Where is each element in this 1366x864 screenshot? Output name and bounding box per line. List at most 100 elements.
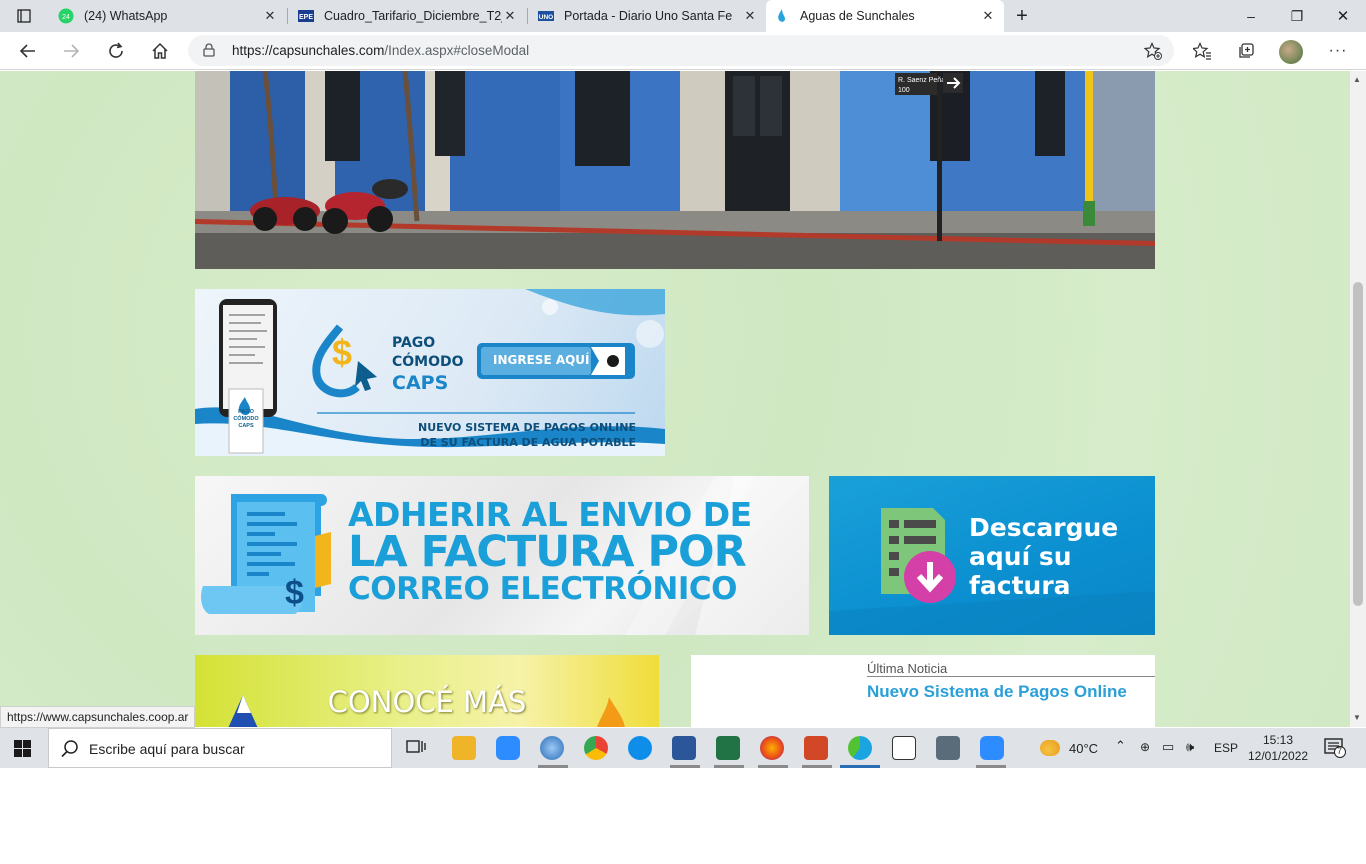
adherir-factura-banner[interactable]: $ ADHERIR AL ENVIO DE LA FACTURA POR COR… (195, 476, 809, 635)
url-text[interactable]: https://capsunchales.com/Index.aspx#clos… (232, 43, 529, 58)
restore-button[interactable]: ❐ (1274, 0, 1320, 32)
tab-bar: 24 (24) WhatsApp ✕ EPE Cuadro_Tarifario_… (0, 0, 1366, 32)
water-drop-icon (774, 8, 790, 24)
search-icon (61, 740, 79, 763)
minimize-button[interactable]: – (1228, 0, 1274, 32)
scroll-up-icon[interactable]: ▲ (1353, 75, 1361, 84)
pago-title-line3: CAPS (392, 372, 449, 394)
building-illustration: R. Saenz Peña 100 (195, 71, 1155, 269)
favorites-button[interactable] (1187, 36, 1217, 66)
ultima-noticia-panel: Última Noticia Nuevo Sistema de Pagos On… (691, 655, 1155, 727)
notification-center-icon[interactable]: 7 (1324, 738, 1346, 763)
clock[interactable]: 15:13 12/01/2022 (1248, 732, 1308, 764)
task-view-icon[interactable] (406, 739, 426, 762)
tab-actions-icon[interactable] (2, 0, 46, 32)
close-tab-icon[interactable]: ✕ (502, 8, 518, 24)
phone-caption: PAGO CÓMODO CAPS (232, 409, 260, 430)
tab-diario-uno[interactable]: UNO Portada - Diario Uno Santa Fe ✕ (530, 0, 766, 32)
add-favorite-icon[interactable] (1143, 42, 1162, 65)
chevron-up-icon[interactable]: ⌃ (1115, 738, 1126, 754)
calculator-icon[interactable] (936, 736, 960, 760)
descargue-line2: aquí su (969, 542, 1072, 571)
descargue-factura-banner[interactable]: Descargue aquí su factura (829, 476, 1155, 635)
active-indicator (840, 765, 880, 768)
tab-separator (287, 8, 288, 24)
volume-icon[interactable]: 🕪 (1186, 739, 1194, 755)
running-indicator (758, 765, 788, 768)
firefox-icon[interactable] (760, 736, 784, 760)
whatsapp-badge: 24 (62, 14, 70, 21)
close-window-button[interactable]: ✕ (1320, 0, 1366, 32)
running-indicator (538, 765, 568, 768)
svg-text:UNO: UNO (539, 14, 553, 21)
close-tab-icon[interactable]: ✕ (742, 8, 758, 24)
refresh-button[interactable] (101, 36, 131, 66)
new-tab-button[interactable]: + (1000, 0, 1044, 32)
pago-comodo-banner[interactable]: $ PAGO CÓMODO CAPS PAGO CÓMODO CAPS INGR… (195, 289, 665, 456)
street-sign-number: 100 (898, 87, 910, 94)
teamviewer-icon[interactable] (628, 736, 652, 760)
collections-button[interactable] (1231, 36, 1261, 66)
notification-count: 7 (1337, 746, 1343, 756)
tab-aguas-sunchales[interactable]: Aguas de Sunchales ✕ (766, 0, 1004, 32)
adherir-title: ADHERIR AL ENVIO DE LA FACTURA POR CORRE… (348, 496, 752, 608)
svg-text:$: $ (332, 332, 352, 373)
file-explorer-icon[interactable] (452, 736, 476, 760)
zoom-meeting-icon[interactable] (980, 736, 1004, 760)
favorites-icon (1193, 42, 1211, 60)
svg-text:$: $ (285, 574, 304, 612)
street-sign-name: R. Saenz Peña (898, 77, 945, 84)
close-tab-icon[interactable]: ✕ (980, 8, 996, 24)
lock-icon[interactable] (203, 43, 215, 62)
url-bar[interactable]: https://capsunchales.com/Index.aspx#clos… (188, 35, 1174, 66)
conoce-mas-banner[interactable]: CONOCÉ MÁS (195, 655, 659, 727)
display-icon[interactable]: ▭ (1162, 739, 1174, 755)
scroll-thumb[interactable] (1353, 282, 1363, 606)
conoce-title: CONOCÉ MÁS (327, 685, 527, 719)
ingrese-aqui-button[interactable]: INGRESE AQUÍ (493, 353, 590, 367)
settings-menu-button[interactable]: ··· (1323, 36, 1353, 66)
home-button[interactable] (145, 36, 175, 66)
tab-whatsapp[interactable]: 24 (24) WhatsApp ✕ (50, 0, 286, 32)
windows-start-icon[interactable] (14, 740, 32, 763)
tab-cuadro-tarifario[interactable]: EPE Cuadro_Tarifario_Diciembre_T2_2 ✕ (290, 0, 526, 32)
forward-button[interactable] (56, 36, 86, 66)
more-icon: ··· (1328, 42, 1348, 59)
url-path: /Index.aspx#closeModal (384, 43, 530, 58)
taskbar-search-box[interactable]: Escribe aquí para buscar (48, 728, 392, 768)
weather-temperature[interactable]: 40°C (1069, 741, 1098, 756)
pago-subtitle: NUEVO SISTEMA DE PAGOS ONLINE DE SU FACT… (395, 420, 636, 450)
pago-subtitle-line1: NUEVO SISTEMA DE PAGOS ONLINE (418, 421, 636, 434)
pago-title-line2: CÓMODO (392, 354, 464, 370)
tab-label: Portada - Diario Uno Santa Fe (564, 9, 733, 23)
collections-icon (1239, 43, 1254, 58)
chrome-icon[interactable] (584, 736, 608, 760)
edge-icon[interactable] (848, 736, 872, 760)
clock-date: 12/01/2022 (1248, 749, 1309, 763)
back-button[interactable] (13, 36, 43, 66)
back-arrow-icon (19, 44, 35, 58)
url-host: https://capsunchales.com (232, 43, 385, 58)
ultima-noticia-headline[interactable]: Nuevo Sistema de Pagos Online (867, 682, 1127, 702)
network-icon[interactable]: ⊕ (1140, 740, 1150, 754)
tab-label: Aguas de Sunchales (800, 9, 915, 23)
profile-avatar[interactable] (1279, 40, 1303, 64)
word-icon[interactable] (672, 736, 696, 760)
running-indicator (976, 765, 1006, 768)
vnc-viewer-icon[interactable] (892, 736, 916, 760)
language-indicator[interactable]: ESP (1214, 741, 1238, 755)
taskbar: Escribe aquí para buscar 40°C ⌃ ⊕ ▭ 🕪 ES… (0, 728, 1366, 768)
clock-time: 15:13 (1262, 733, 1294, 747)
weather-icon[interactable] (1040, 740, 1060, 756)
descargue-line3: factura (969, 571, 1071, 600)
page-scrollbar[interactable]: ▲ ▼ (1350, 71, 1366, 727)
powerpoint-icon[interactable] (804, 736, 828, 760)
zoom-icon[interactable] (496, 736, 520, 760)
scroll-down-icon[interactable]: ▼ (1353, 713, 1361, 722)
building-photo: R. Saenz Peña 100 (195, 71, 1155, 269)
excel-icon[interactable] (716, 736, 740, 760)
thunderbird-icon[interactable] (540, 736, 564, 760)
descargue-title: Descargue aquí su factura (969, 513, 1118, 600)
close-tab-icon[interactable]: ✕ (262, 8, 278, 24)
running-indicator (714, 765, 744, 768)
